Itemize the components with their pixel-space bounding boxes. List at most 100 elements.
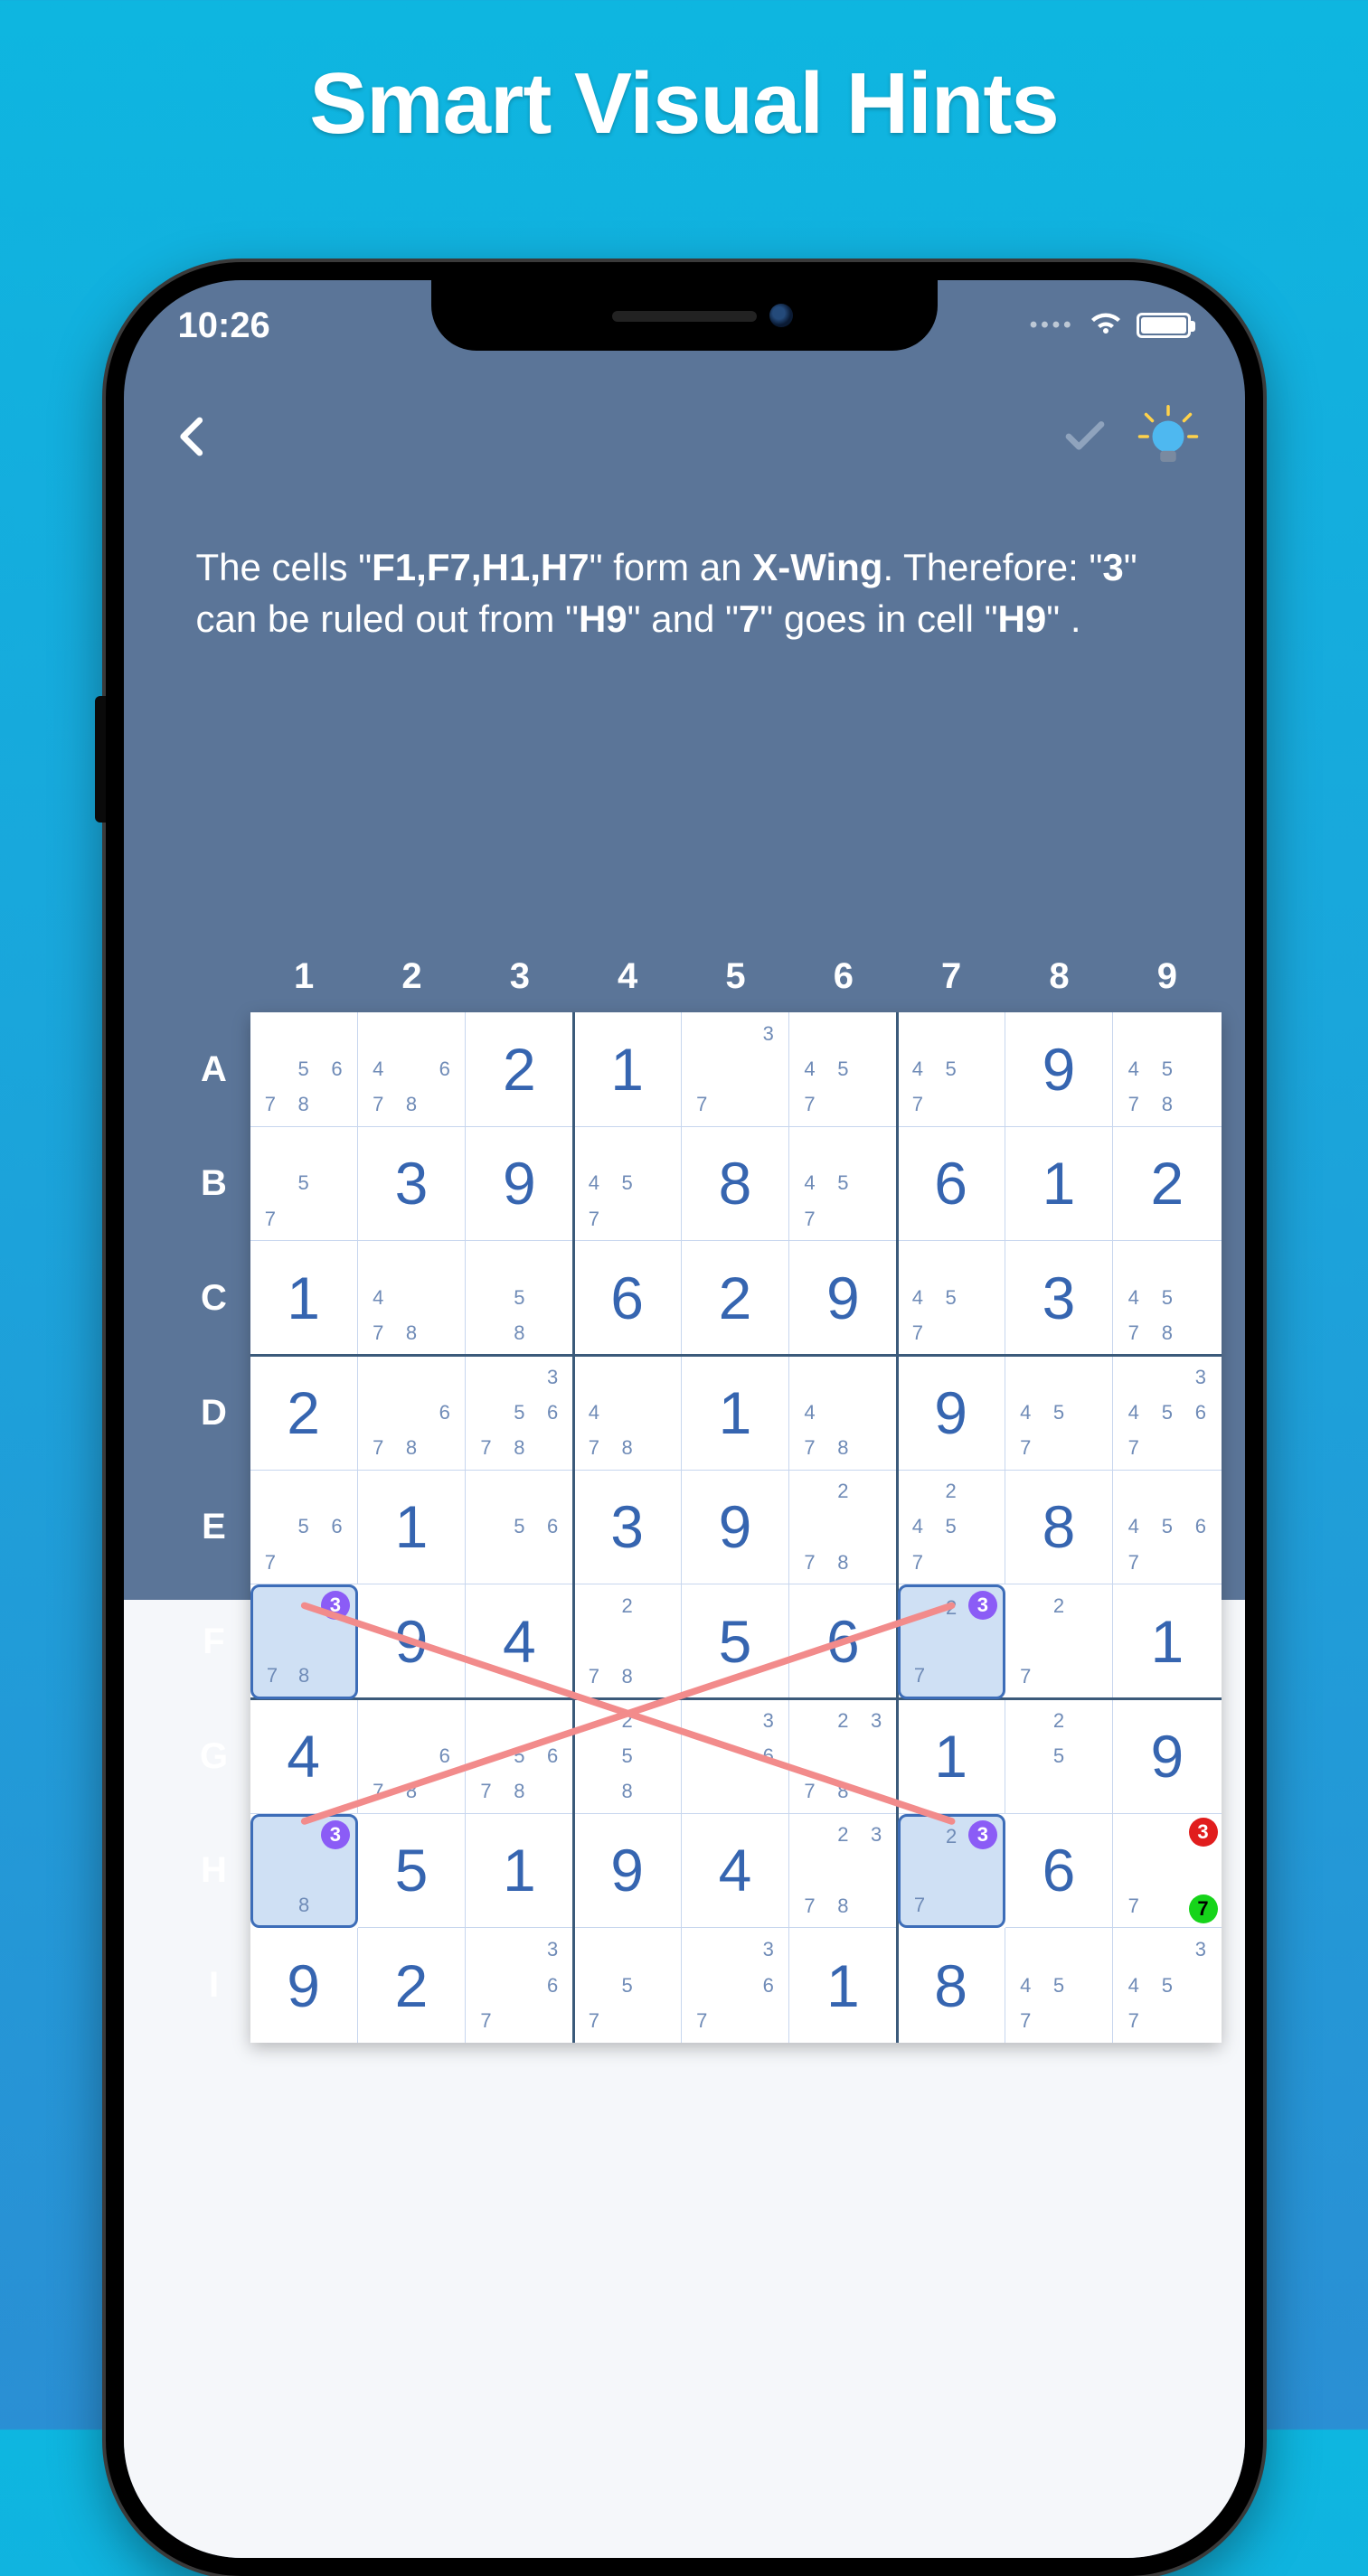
- cell-F5[interactable]: 5: [682, 1584, 789, 1699]
- cell-D6[interactable]: 478: [789, 1356, 897, 1471]
- cell-D4[interactable]: 478: [574, 1356, 682, 1471]
- cell-I2[interactable]: 2: [358, 1928, 466, 2043]
- cell-H8[interactable]: 6: [1005, 1814, 1113, 1929]
- cell-A5[interactable]: 37: [682, 1012, 789, 1127]
- cell-A7[interactable]: 457: [898, 1012, 1005, 1127]
- cell-I9[interactable]: 3457: [1113, 1928, 1221, 2043]
- sudoku-board: 123456789 ABCDEFGHI 56784678213745745794…: [178, 940, 1222, 2043]
- cell-D3[interactable]: 35678: [466, 1356, 573, 1471]
- cell-B6[interactable]: 457: [789, 1127, 897, 1242]
- lightbulb-icon[interactable]: [1137, 405, 1200, 473]
- cell-B2[interactable]: 3: [358, 1127, 466, 1242]
- cell-D9[interactable]: 34567: [1113, 1356, 1221, 1471]
- cell-G6[interactable]: 2378: [789, 1699, 897, 1814]
- cell-E3[interactable]: 56: [466, 1471, 573, 1585]
- cell-C9[interactable]: 4578: [1113, 1241, 1221, 1356]
- cell-D8[interactable]: 457: [1005, 1356, 1113, 1471]
- col-header: 4: [574, 940, 682, 1012]
- cell-H1[interactable]: 383: [250, 1814, 358, 1929]
- cell-H6[interactable]: 2378: [789, 1814, 897, 1929]
- back-icon[interactable]: [169, 412, 218, 465]
- cell-F6[interactable]: 6: [789, 1584, 897, 1699]
- cell-F3[interactable]: 4: [466, 1584, 573, 1699]
- cell-G5[interactable]: 36: [682, 1699, 789, 1814]
- cell-B5[interactable]: 8: [682, 1127, 789, 1242]
- cell-B3[interactable]: 9: [466, 1127, 573, 1242]
- phone-screen: 10:26 ••••: [124, 280, 1245, 2558]
- cell-E7[interactable]: 2457: [898, 1471, 1005, 1585]
- hint-dot-purple: 3: [968, 1820, 997, 1849]
- cell-H7[interactable]: 2373: [898, 1814, 1005, 1929]
- cell-C7[interactable]: 457: [898, 1241, 1005, 1356]
- phone-notch: [431, 280, 938, 351]
- cell-B1[interactable]: 57: [250, 1127, 358, 1242]
- cell-E6[interactable]: 278: [789, 1471, 897, 1585]
- cell-B9[interactable]: 2: [1113, 1127, 1221, 1242]
- cell-B8[interactable]: 1: [1005, 1127, 1113, 1242]
- cell-I3[interactable]: 367: [466, 1928, 573, 2043]
- col-header: 1: [250, 940, 358, 1012]
- cell-D2[interactable]: 678: [358, 1356, 466, 1471]
- hint-text-segment: " .: [1046, 597, 1080, 640]
- cell-G7[interactable]: 1: [898, 1699, 1005, 1814]
- cell-E1[interactable]: 567: [250, 1471, 358, 1585]
- cell-H5[interactable]: 4: [682, 1814, 789, 1929]
- row-header: E: [178, 1471, 250, 1585]
- cell-C4[interactable]: 6: [574, 1241, 682, 1356]
- cell-H9[interactable]: 3737: [1113, 1814, 1221, 1929]
- row-headers: ABCDEFGHI: [178, 1012, 250, 2043]
- status-time: 10:26: [178, 306, 270, 346]
- hint-text-segment: " form an: [590, 546, 753, 588]
- cell-C5[interactable]: 2: [682, 1241, 789, 1356]
- cell-F7[interactable]: 2373: [898, 1584, 1005, 1699]
- cell-D7[interactable]: 9: [898, 1356, 1005, 1471]
- cell-H2[interactable]: 5: [358, 1814, 466, 1929]
- cell-I5[interactable]: 367: [682, 1928, 789, 2043]
- cell-F8[interactable]: 27: [1005, 1584, 1113, 1699]
- cell-E8[interactable]: 8: [1005, 1471, 1113, 1585]
- hint-cells: F1,F7,H1,H7: [372, 546, 589, 588]
- cell-I6[interactable]: 1: [789, 1928, 897, 2043]
- cell-B7[interactable]: 6: [898, 1127, 1005, 1242]
- cell-H4[interactable]: 9: [574, 1814, 682, 1929]
- cell-G8[interactable]: 25: [1005, 1699, 1113, 1814]
- cell-G3[interactable]: 5678: [466, 1699, 573, 1814]
- cell-B4[interactable]: 457: [574, 1127, 682, 1242]
- cell-A8[interactable]: 9: [1005, 1012, 1113, 1127]
- cell-A2[interactable]: 4678: [358, 1012, 466, 1127]
- cell-C8[interactable]: 3: [1005, 1241, 1113, 1356]
- cell-G2[interactable]: 678: [358, 1699, 466, 1814]
- cell-A9[interactable]: 4578: [1113, 1012, 1221, 1127]
- cell-G1[interactable]: 4: [250, 1699, 358, 1814]
- col-header: 9: [1113, 940, 1221, 1012]
- cell-C1[interactable]: 1: [250, 1241, 358, 1356]
- cell-I1[interactable]: 9: [250, 1928, 358, 2043]
- cell-E5[interactable]: 9: [682, 1471, 789, 1585]
- cell-A1[interactable]: 5678: [250, 1012, 358, 1127]
- cell-F9[interactable]: 1: [1113, 1584, 1221, 1699]
- cell-F4[interactable]: 278: [574, 1584, 682, 1699]
- cell-E2[interactable]: 1: [358, 1471, 466, 1585]
- cell-G9[interactable]: 9: [1113, 1699, 1221, 1814]
- cell-G4[interactable]: 258: [574, 1699, 682, 1814]
- cell-I7[interactable]: 8: [898, 1928, 1005, 2043]
- grid-border: [572, 1012, 575, 2043]
- cell-A3[interactable]: 2: [466, 1012, 573, 1127]
- cell-D1[interactable]: 2: [250, 1356, 358, 1471]
- cell-H3[interactable]: 1: [466, 1814, 573, 1929]
- cell-A4[interactable]: 1: [574, 1012, 682, 1127]
- check-icon[interactable]: [1061, 412, 1109, 465]
- cell-E4[interactable]: 3: [574, 1471, 682, 1585]
- hint-ruleout-digit: 3: [1102, 546, 1123, 588]
- cell-I8[interactable]: 457: [1005, 1928, 1113, 2043]
- cell-F2[interactable]: 9: [358, 1584, 466, 1699]
- cell-D5[interactable]: 1: [682, 1356, 789, 1471]
- col-header: 8: [1005, 940, 1113, 1012]
- cell-C3[interactable]: 58: [466, 1241, 573, 1356]
- cell-C6[interactable]: 9: [789, 1241, 897, 1356]
- cell-C2[interactable]: 478: [358, 1241, 466, 1356]
- cell-F1[interactable]: 3783: [250, 1584, 358, 1699]
- cell-A6[interactable]: 457: [789, 1012, 897, 1127]
- cell-E9[interactable]: 4567: [1113, 1471, 1221, 1585]
- cell-I4[interactable]: 57: [574, 1928, 682, 2043]
